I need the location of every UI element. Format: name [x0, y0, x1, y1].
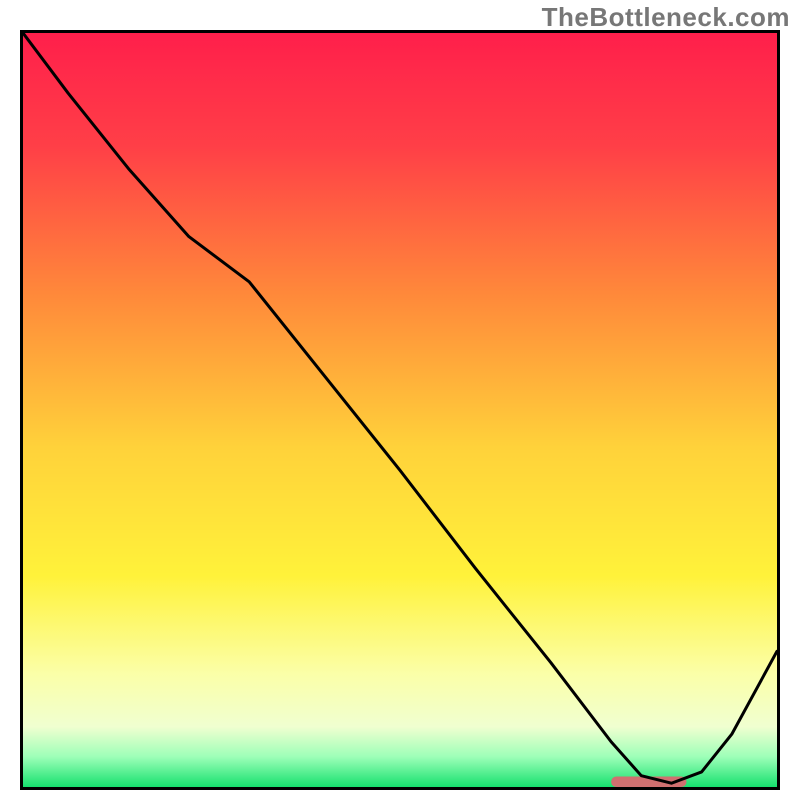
chart-frame: TheBottleneck.com	[0, 0, 800, 800]
plot-area	[20, 30, 780, 790]
chart-svg	[23, 33, 777, 787]
chart-background	[23, 33, 777, 787]
watermark-text: TheBottleneck.com	[542, 2, 790, 33]
